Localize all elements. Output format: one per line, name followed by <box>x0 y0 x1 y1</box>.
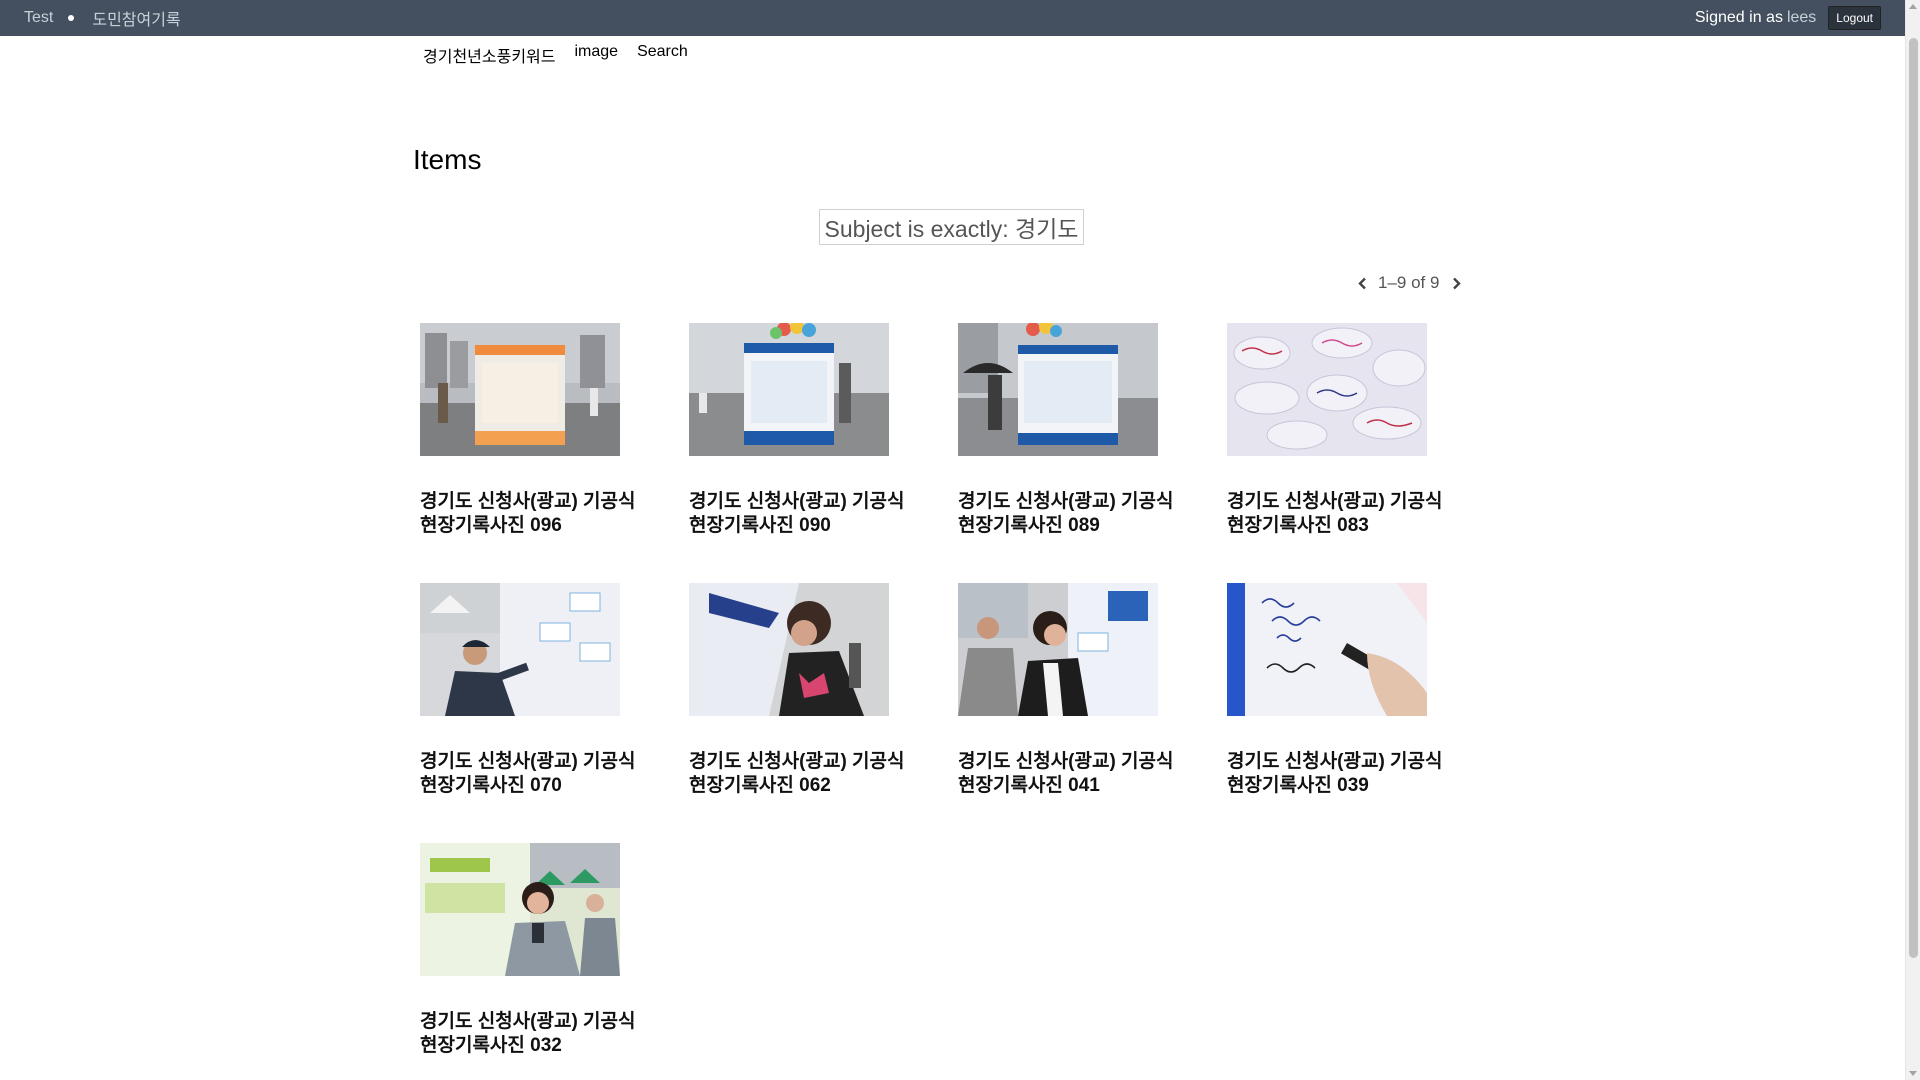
item-thumbnail[interactable] <box>958 323 1158 456</box>
item-title[interactable]: 경기도 신청사(광교) 기공식 현장기록사진 090 <box>689 490 919 538</box>
item-thumbnail[interactable] <box>958 583 1158 716</box>
logout-button[interactable]: Logout <box>1828 6 1881 30</box>
scroll-up-icon[interactable] <box>1909 4 1917 9</box>
item-thumbnail[interactable] <box>1227 323 1427 456</box>
list-item: 경기도 신청사(광교) 기공식 현장기록사진 070 <box>420 583 636 843</box>
site-title-link[interactable]: 도민참여기록 <box>92 6 180 30</box>
item-title[interactable]: 경기도 신청사(광교) 기공식 현장기록사진 083 <box>1227 490 1457 538</box>
admin-site-link[interactable]: Test <box>24 9 53 27</box>
item-title[interactable]: 경기도 신청사(광교) 기공식 현장기록사진 096 <box>420 490 650 538</box>
signed-in-label: Signed in as <box>1694 9 1783 26</box>
user-link[interactable]: lees <box>1787 9 1816 27</box>
items-grid: 경기도 신청사(광교) 기공식 현장기록사진 096 경기도 신청사(광교) 기… <box>420 323 1500 1080</box>
item-title[interactable]: 경기도 신청사(광교) 기공식 현장기록사진 062 <box>689 750 919 798</box>
item-thumbnail[interactable] <box>420 583 620 716</box>
prev-page-icon[interactable] <box>1357 276 1367 290</box>
page-title: Items <box>413 144 482 175</box>
admin-bar-right: Signed in as lees Logout <box>1695 0 1881 36</box>
list-item: 경기도 신청사(광교) 기공식 현장기록사진 083 <box>1227 323 1443 583</box>
list-item: 경기도 신청사(광교) 기공식 현장기록사진 032 <box>420 843 636 1080</box>
list-item: 경기도 신청사(광교) 기공식 현장기록사진 062 <box>689 583 905 843</box>
nav-item-keywords[interactable]: 경기천년소풍키워드 <box>423 43 555 67</box>
list-item: 경기도 신청사(광교) 기공식 현장기록사진 039 <box>1227 583 1443 843</box>
item-thumbnail[interactable] <box>1227 583 1427 716</box>
next-page-icon[interactable] <box>1451 276 1461 290</box>
pagination: 1–9 of 9 <box>1357 273 1461 293</box>
item-thumbnail[interactable] <box>420 843 620 976</box>
item-thumbnail[interactable] <box>689 323 889 456</box>
nav-item-image[interactable]: image <box>574 43 618 67</box>
item-title[interactable]: 경기도 신청사(광교) 기공식 현장기록사진 070 <box>420 750 650 798</box>
item-title[interactable]: 경기도 신청사(광교) 기공식 현장기록사진 041 <box>958 750 1188 798</box>
item-thumbnail[interactable] <box>420 323 620 456</box>
nav-item-search[interactable]: Search <box>637 43 688 67</box>
separator-dot <box>68 15 75 21</box>
list-item: 경기도 신청사(광교) 기공식 현장기록사진 089 <box>958 323 1174 583</box>
list-item: 경기도 신청사(광교) 기공식 현장기록사진 090 <box>689 323 905 583</box>
scrollbar[interactable] <box>1905 0 1920 1080</box>
item-title[interactable]: 경기도 신청사(광교) 기공식 현장기록사진 089 <box>958 490 1188 538</box>
site-nav: 경기천년소풍키워드 image Search <box>423 43 707 67</box>
admin-bar-left: Test 도민참여기록 <box>24 0 181 36</box>
scroll-thumb[interactable] <box>1909 38 1918 958</box>
item-title[interactable]: 경기도 신청사(광교) 기공식 현장기록사진 039 <box>1227 750 1457 798</box>
item-thumbnail[interactable] <box>689 583 889 716</box>
scroll-down-icon[interactable] <box>1909 1071 1917 1076</box>
item-title[interactable]: 경기도 신청사(광교) 기공식 현장기록사진 032 <box>420 1010 650 1058</box>
pagination-count: 1–9 of 9 <box>1378 273 1440 292</box>
search-filter-label: Subject is exactly: 경기도 <box>819 209 1084 245</box>
admin-bar: Test 도민참여기록 Signed in as lees Logout <box>0 0 1905 36</box>
list-item: 경기도 신청사(광교) 기공식 현장기록사진 096 <box>420 323 636 583</box>
list-item: 경기도 신청사(광교) 기공식 현장기록사진 041 <box>958 583 1174 843</box>
